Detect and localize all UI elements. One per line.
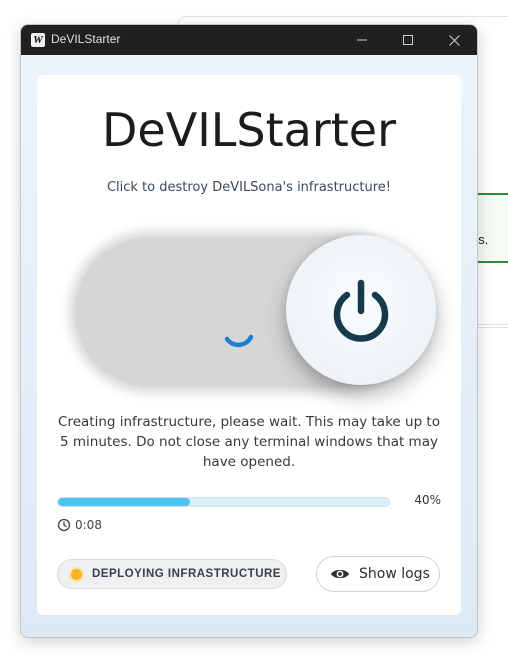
progress-percent: 40% bbox=[414, 493, 441, 507]
maximize-button[interactable] bbox=[385, 25, 431, 55]
status-badge-label: DEPLOYING INFRASTRUCTURE bbox=[92, 568, 281, 580]
status-badge: DEPLOYING INFRASTRUCTURE bbox=[57, 559, 287, 589]
minimize-icon bbox=[357, 39, 367, 41]
show-logs-label: Show logs bbox=[359, 566, 430, 582]
clock-icon bbox=[57, 518, 71, 532]
status-dot-icon bbox=[71, 568, 82, 580]
main-card: DeVILStarter Click to destroy DeVILSona'… bbox=[37, 75, 461, 615]
power-icon bbox=[333, 279, 389, 342]
close-icon bbox=[448, 34, 460, 46]
app-logo: W bbox=[31, 33, 45, 47]
eye-icon bbox=[331, 569, 349, 579]
app-window: W DeVILStarter DeVILStarter Click to des… bbox=[20, 24, 478, 638]
elapsed-time: 0:08 bbox=[75, 518, 102, 532]
close-button[interactable] bbox=[431, 25, 477, 55]
maximize-icon bbox=[403, 35, 413, 45]
page-subtitle: Click to destroy DeVILSona's infrastruct… bbox=[106, 180, 392, 195]
title-bar[interactable]: W DeVILStarter bbox=[21, 25, 477, 55]
spinner-icon bbox=[224, 334, 254, 348]
window-title: DeVILStarter bbox=[51, 32, 121, 46]
status-message: Creating infrastructure, please wait. Th… bbox=[58, 414, 440, 470]
progress-bar-fill bbox=[58, 498, 191, 506]
show-logs-button[interactable]: Show logs bbox=[316, 556, 440, 592]
page-title: DeVILStarter bbox=[102, 103, 396, 157]
power-switch-knob[interactable] bbox=[286, 235, 436, 385]
progress-bar bbox=[57, 497, 390, 507]
minimize-button[interactable] bbox=[339, 25, 385, 55]
